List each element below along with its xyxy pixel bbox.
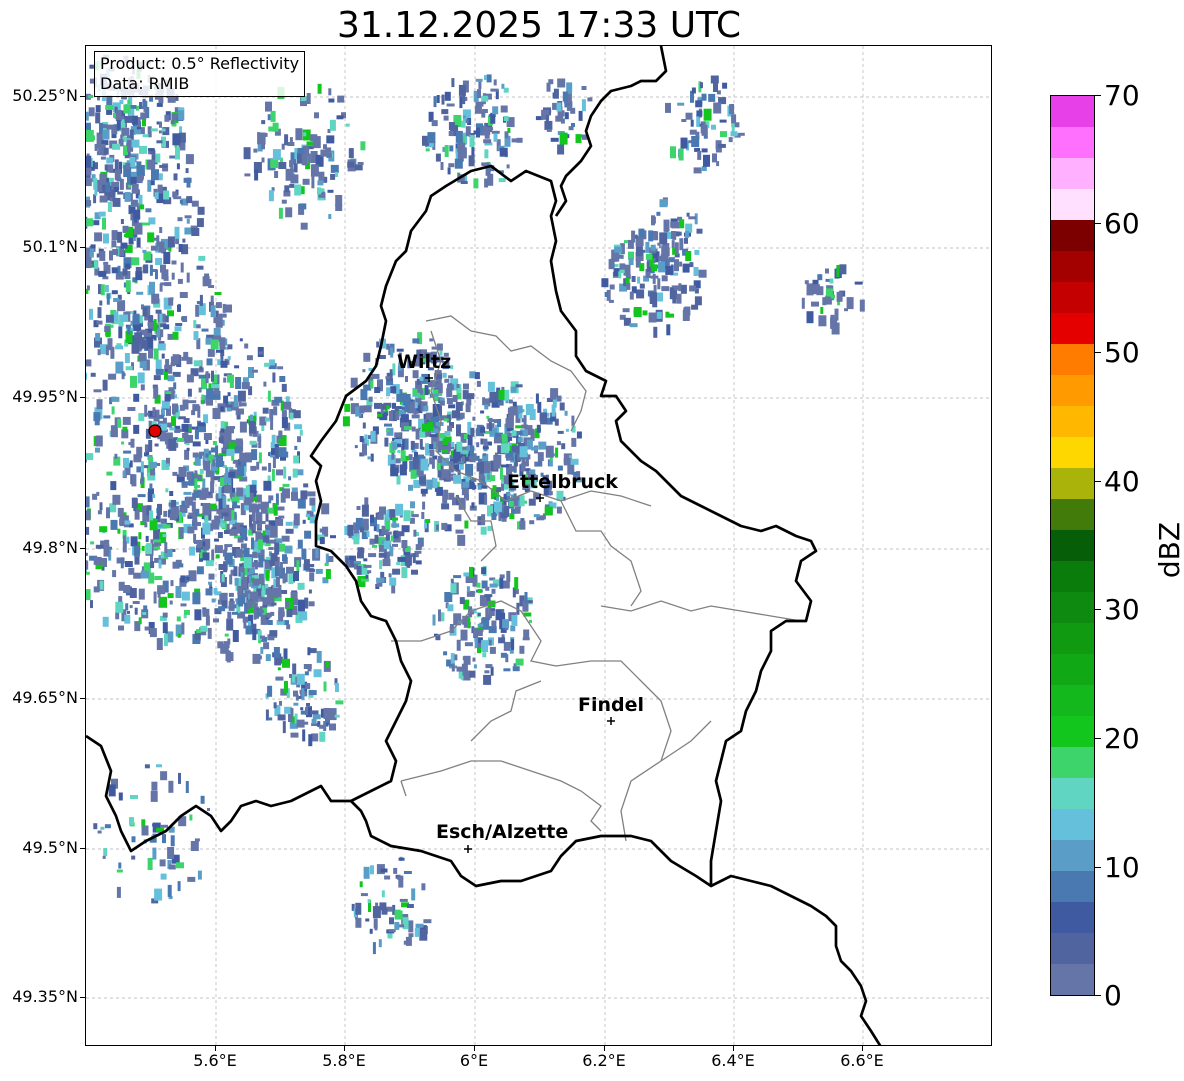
canton-boundaries xyxy=(391,315,802,842)
lon-tick xyxy=(604,1046,605,1051)
colorbar xyxy=(1050,95,1095,996)
colorbar-segment xyxy=(1051,189,1094,220)
colorbar-tick xyxy=(1095,352,1101,353)
city-label-ettelbruck: Ettelbruck xyxy=(507,471,618,493)
colorbar-segment xyxy=(1051,716,1094,747)
colorbar-segment xyxy=(1051,251,1094,282)
radar-site-marker xyxy=(148,424,162,438)
city-label-findel: Findel xyxy=(578,694,645,716)
lat-label-49-65: 49.65°N xyxy=(12,688,78,707)
radar-echoes xyxy=(86,54,865,955)
colorbar-segment xyxy=(1051,468,1094,499)
lon-label-6-6: 6.6°E xyxy=(840,1051,884,1070)
colorbar-segment xyxy=(1051,127,1094,158)
colorbar-tick xyxy=(1095,995,1101,996)
lon-tick xyxy=(474,1046,475,1051)
lon-label-6-2: 6.2°E xyxy=(582,1051,626,1070)
product-label: Product: 0.5° Reflectivity xyxy=(100,54,300,73)
lon-label-5-8: 5.8°E xyxy=(322,1051,366,1070)
colorbar-segment xyxy=(1051,313,1094,344)
colorbar-label-60: 60 xyxy=(1104,207,1140,240)
colorbar-segment xyxy=(1051,623,1094,654)
colorbar-segment xyxy=(1051,406,1094,437)
colorbar-segment xyxy=(1051,530,1094,561)
data-source-label: Data: RMIB xyxy=(100,74,190,93)
lon-tick xyxy=(862,1046,863,1051)
lat-label-49-5: 49.5°N xyxy=(22,838,78,857)
colorbar-label-0: 0 xyxy=(1104,979,1122,1012)
colorbar-label-40: 40 xyxy=(1104,465,1140,498)
colorbar-segment xyxy=(1051,158,1094,189)
lon-tick xyxy=(215,1046,216,1051)
city-label-esch-alzette: Esch/Alzette xyxy=(436,821,569,843)
colorbar-label-10: 10 xyxy=(1104,851,1140,884)
colorbar-segment xyxy=(1051,561,1094,592)
lon-label-6: 6°E xyxy=(459,1051,489,1070)
lat-label-49-95: 49.95°N xyxy=(12,387,78,406)
lon-label-6-4: 6.4°E xyxy=(711,1051,755,1070)
colorbar-segment xyxy=(1051,344,1094,375)
lon-label-5-6: 5.6°E xyxy=(193,1051,237,1070)
colorbar-tick xyxy=(1095,481,1101,482)
colorbar-segment xyxy=(1051,375,1094,406)
radar-map[interactable] xyxy=(85,45,992,1046)
city-label-wiltz: Wiltz xyxy=(397,351,452,373)
colorbar-label-30: 30 xyxy=(1104,593,1140,626)
colorbar-segment xyxy=(1051,499,1094,530)
lat-label-49-35: 49.35°N xyxy=(12,987,78,1006)
colorbar-segment xyxy=(1051,747,1094,778)
colorbar-tick xyxy=(1095,738,1101,739)
lat-label-50-25: 50.25°N xyxy=(12,86,78,105)
colorbar-segment xyxy=(1051,871,1094,902)
colorbar-segment xyxy=(1051,902,1094,933)
colorbar-segment xyxy=(1051,282,1094,313)
colorbar-tick xyxy=(1095,609,1101,610)
colorbar-tick xyxy=(1095,95,1101,96)
colorbar-label-20: 20 xyxy=(1104,722,1140,755)
colorbar-segment xyxy=(1051,840,1094,871)
colorbar-unit-label: dBZ xyxy=(1153,521,1184,579)
map-title: 31.12.2025 17:33 UTC xyxy=(336,5,742,46)
lon-tick xyxy=(733,1046,734,1051)
colorbar-segment xyxy=(1051,778,1094,809)
radar-map-canvas xyxy=(86,46,991,1045)
colorbar-segment xyxy=(1051,933,1094,964)
colorbar-label-50: 50 xyxy=(1104,336,1140,369)
colorbar-segment xyxy=(1051,809,1094,840)
colorbar-segment xyxy=(1051,437,1094,468)
colorbar-label-70: 70 xyxy=(1104,79,1140,112)
colorbar-tick xyxy=(1095,867,1101,868)
colorbar-segment xyxy=(1051,685,1094,716)
lat-label-49-8: 49.8°N xyxy=(22,538,78,557)
colorbar-segment xyxy=(1051,964,1094,995)
colorbar-segment xyxy=(1051,220,1094,251)
colorbar-tick xyxy=(1095,223,1101,224)
lon-tick xyxy=(344,1046,345,1051)
colorbar-segment xyxy=(1051,96,1094,127)
lat-label-50-1: 50.1°N xyxy=(22,237,78,256)
product-info-box: Product: 0.5° Reflectivity Data: RMIB xyxy=(94,51,306,97)
colorbar-segment xyxy=(1051,592,1094,623)
colorbar-segment xyxy=(1051,654,1094,685)
